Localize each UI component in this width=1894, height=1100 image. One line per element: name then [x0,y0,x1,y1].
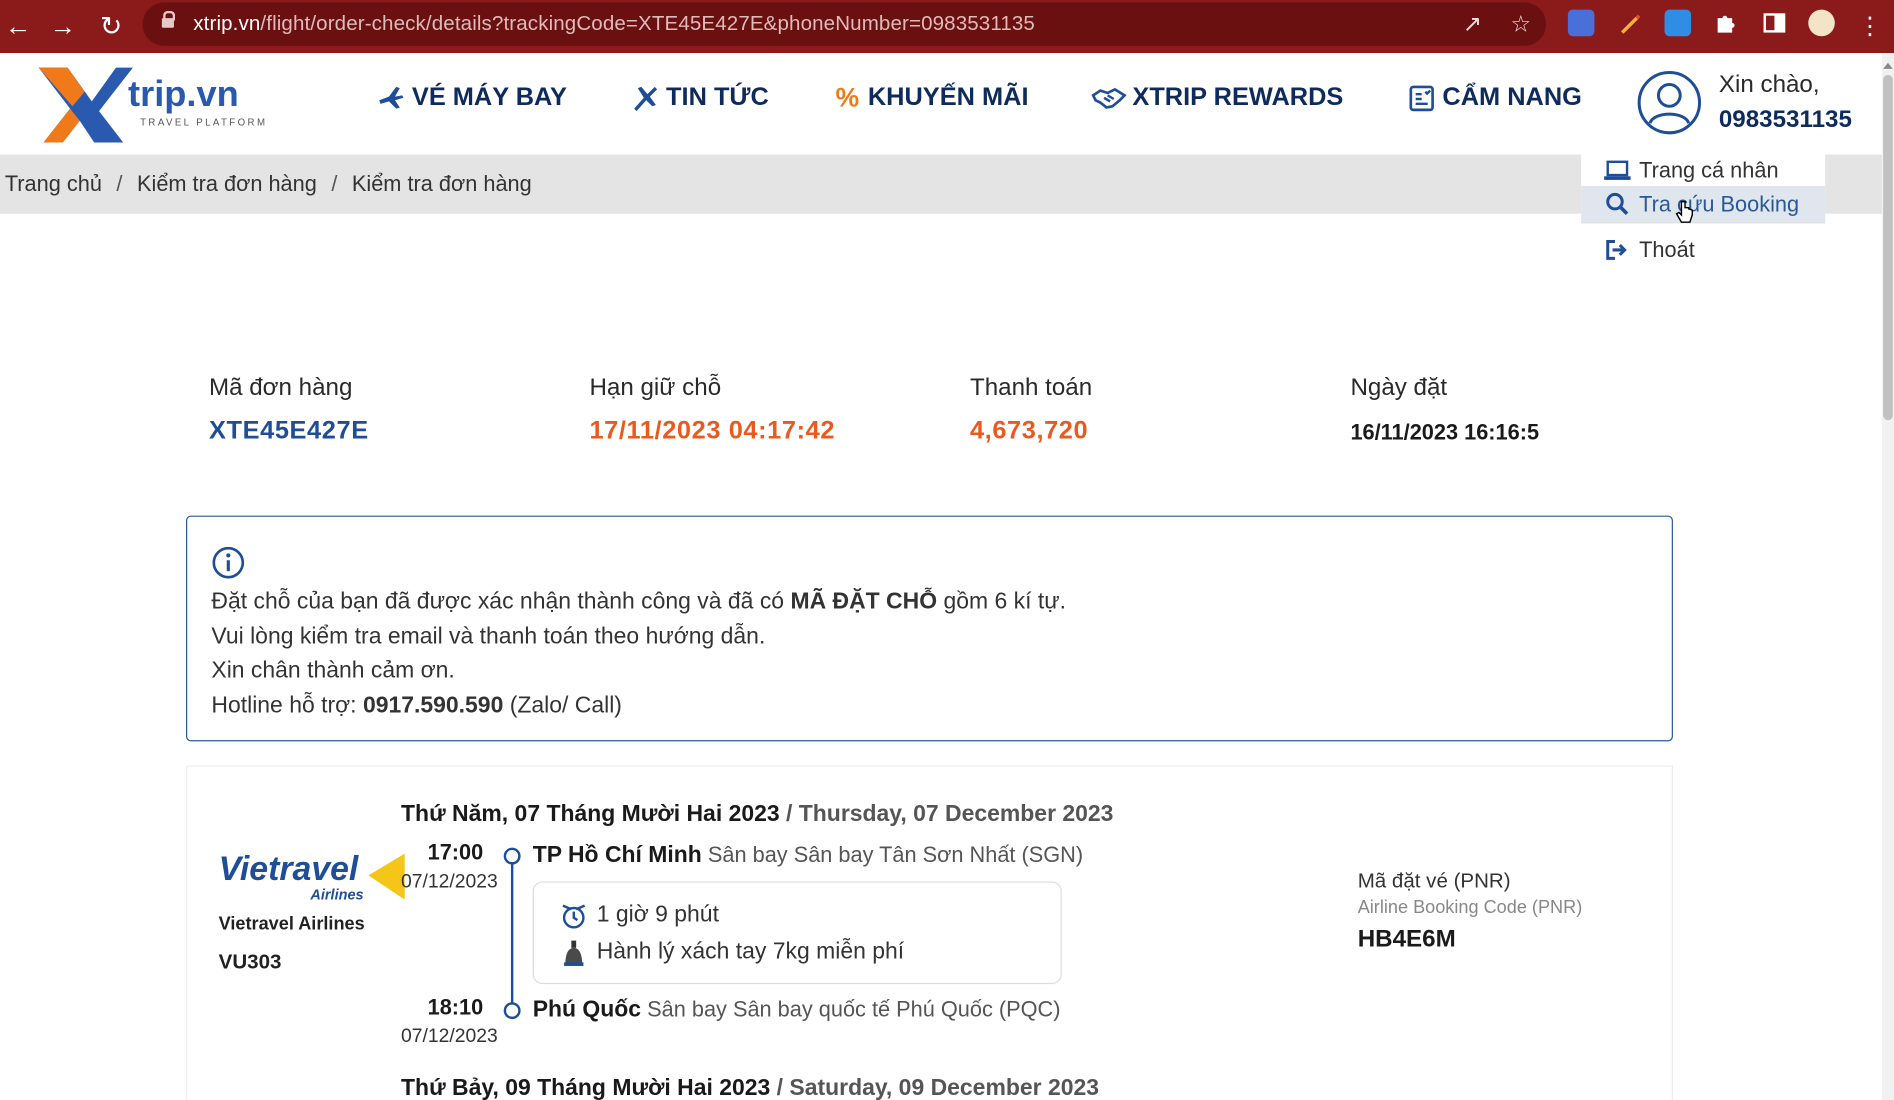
url-text: xtrip.vn/flight/order-check/details?trac… [193,12,1035,36]
svg-text:Vietravel: Vietravel [219,850,359,888]
flight-time-icon [558,900,589,931]
address-bar[interactable]: xtrip.vn/flight/order-check/details?trac… [142,2,1547,46]
notice-line-2: Vui lòng kiểm tra email và thanh toán th… [211,623,766,650]
menu-item-logout[interactable]: Thoát [1581,232,1825,268]
scroll-up-arrow-icon[interactable] [1883,62,1893,69]
arrive-time: 18:10 [427,994,484,1020]
timeline-line [510,862,514,1004]
sidepanel-icon[interactable] [1761,10,1788,37]
scrollbar-thumb[interactable] [1883,74,1893,421]
page-scrollbar[interactable] [1881,53,1894,1100]
depart-date: 07/12/2023 [401,871,498,893]
flight-date-heading: Thứ Năm, 07 Tháng Mười Hai 2023 / Thursd… [401,801,1114,828]
notice-line-1: Đặt chỗ của bạn đã được xác nhận thành c… [211,589,1066,615]
logo-tagline: TRAVEL PLATFORM [140,118,267,129]
forward-icon[interactable]: → [45,8,81,44]
main-nav: VÉ MÁY BAY TIN TỨC % KHUYẾN MÃI XTRIP REW… [376,82,1645,113]
reload-icon[interactable]: ↻ [93,8,129,44]
pen-extension-icon[interactable] [1616,10,1643,37]
search-icon [1603,192,1632,216]
site-header: trip.vn TRAVEL PLATFORM VÉ MÁY BAY TIN T… [0,53,1882,155]
share-icon[interactable]: ↗ [1459,12,1486,39]
puzzle-icon[interactable] [1713,10,1740,37]
breadcrumb-order-check[interactable]: Kiểm tra đơn hàng [137,171,317,196]
logout-icon [1603,239,1632,261]
luggage-icon [558,937,589,968]
confirmation-notice: Đặt chỗ của bạn đã được xác nhận thành c… [186,515,1673,742]
info-icon [212,546,245,579]
translate-icon[interactable] [1567,9,1595,37]
order-code-label: Mã đơn hàng [208,374,353,401]
payment-block: Thanh toán 4,673,720 [970,374,1092,445]
user-phone: 0983531135 [1718,106,1852,133]
handshake-icon [1091,82,1128,113]
breadcrumb-current: Kiểm tra đơn hàng [351,171,532,196]
browser-toolbar: ← → ↻ xtrip.vn/flight/order-check/detail… [0,0,1894,54]
pnr-code: HB4E6M [1357,926,1456,953]
hand-cursor-icon [1675,200,1694,223]
baggage-row: Hành lý xách tay 7kg miễn phí [558,937,904,968]
return-flight-date-heading: Thứ Bảy, 09 Tháng Mười Hai 2023 / Saturd… [401,1075,1100,1100]
hold-deadline-label: Hạn giữ chỗ [589,374,722,401]
notice-hotline: Hotline hỗ trợ: 0917.590.590 (Zalo/ Call… [211,693,622,719]
user-greeting: Xin chào, [1718,71,1820,98]
flight-number: VU303 [218,950,282,974]
nav-handbook[interactable]: CẨM NANG [1406,82,1582,113]
depart-place: TP Hồ Chí Minh Sân bay Sân bay Tân Sơn N… [532,842,1084,869]
timeline-dot-arrive [503,1002,521,1020]
order-code-block: Mã đơn hàng XTE45E427E [209,374,369,445]
payment-label: Thanh toán [969,374,1093,401]
hold-deadline-value: 17/11/2023 04:17:42 [589,416,836,445]
menu-kebab-icon[interactable]: ⋮ [1852,8,1888,44]
user-avatar-icon [1637,70,1702,135]
pnr-label: Mã đặt vé (PNR) [1357,869,1511,893]
vietravel-airlines-logo: Vietravel Airlines [219,850,405,904]
menu-item-booking-lookup[interactable]: Tra cứu Booking [1581,185,1826,223]
news-icon [630,82,661,113]
percent-icon: % [835,82,860,113]
flight-details-box: 1 giờ 9 phút Hành lý xách tay 7kg miễn p… [532,881,1062,985]
user-dropdown-menu: Trang cá nhân Tra cứu Booking Thoát [1581,152,1826,276]
notice-line-3: Xin chân thành cảm ơn. [211,658,455,684]
flight-segment-card: Thứ Năm, 07 Tháng Mười Hai 2023 / Thursd… [186,765,1673,1100]
xtrip-logo[interactable]: trip.vn TRAVEL PLATFORM [36,65,278,145]
profile-avatar-icon[interactable] [1808,9,1835,37]
user-account[interactable]: Xin chào, 0983531135 [1637,68,1852,138]
handbook-icon [1406,82,1437,113]
menu-divider [1581,222,1826,224]
nav-promotions[interactable]: % KHUYẾN MÃI [832,82,1028,113]
airline-name: Vietravel Airlines [218,914,365,935]
booked-date-block: Ngày đặt 16/11/2023 16:16:5 [1350,374,1577,445]
nav-rewards[interactable]: XTRIP REWARDS [1091,82,1343,113]
payment-value: 4,673,720 [969,416,1089,445]
plane-icon [376,82,407,113]
svg-text:Airlines: Airlines [309,888,363,904]
laptop-icon [1603,159,1632,181]
breadcrumb-home[interactable]: Trang chủ [5,171,102,196]
arrive-place: Phú Quốc Sân bay Sân bay quốc tế Phú Quố… [532,997,1061,1023]
order-summary: Mã đơn hàng XTE45E427E Hạn giữ chỗ 17/11… [209,374,1586,459]
order-code-value: XTE45E427E [208,416,369,445]
nav-flights[interactable]: VÉ MÁY BAY [376,82,567,113]
menu-item-profile[interactable]: Trang cá nhân [1581,152,1825,188]
back-icon[interactable]: ← [0,8,36,44]
drop-extension-icon[interactable] [1664,9,1692,37]
booked-date-value: 16/11/2023 16:16:5 [1350,420,1540,445]
pnr-sublabel: Airline Booking Code (PNR) [1357,897,1583,918]
hold-deadline-block: Hạn giữ chỗ 17/11/2023 04:17:42 [589,374,835,445]
arrive-date: 07/12/2023 [401,1026,498,1047]
breadcrumb-separator: / [116,171,123,196]
depart-time: 17:00 [427,840,484,865]
lock-icon [161,10,176,31]
nav-news[interactable]: TIN TỨC [630,82,769,113]
logo-text: trip.vn [128,73,239,114]
duration-row: 1 giờ 9 phút [558,900,719,931]
breadcrumb-separator: / [331,171,338,196]
star-icon[interactable]: ☆ [1507,12,1534,39]
booked-date-label: Ngày đặt [1350,374,1448,401]
